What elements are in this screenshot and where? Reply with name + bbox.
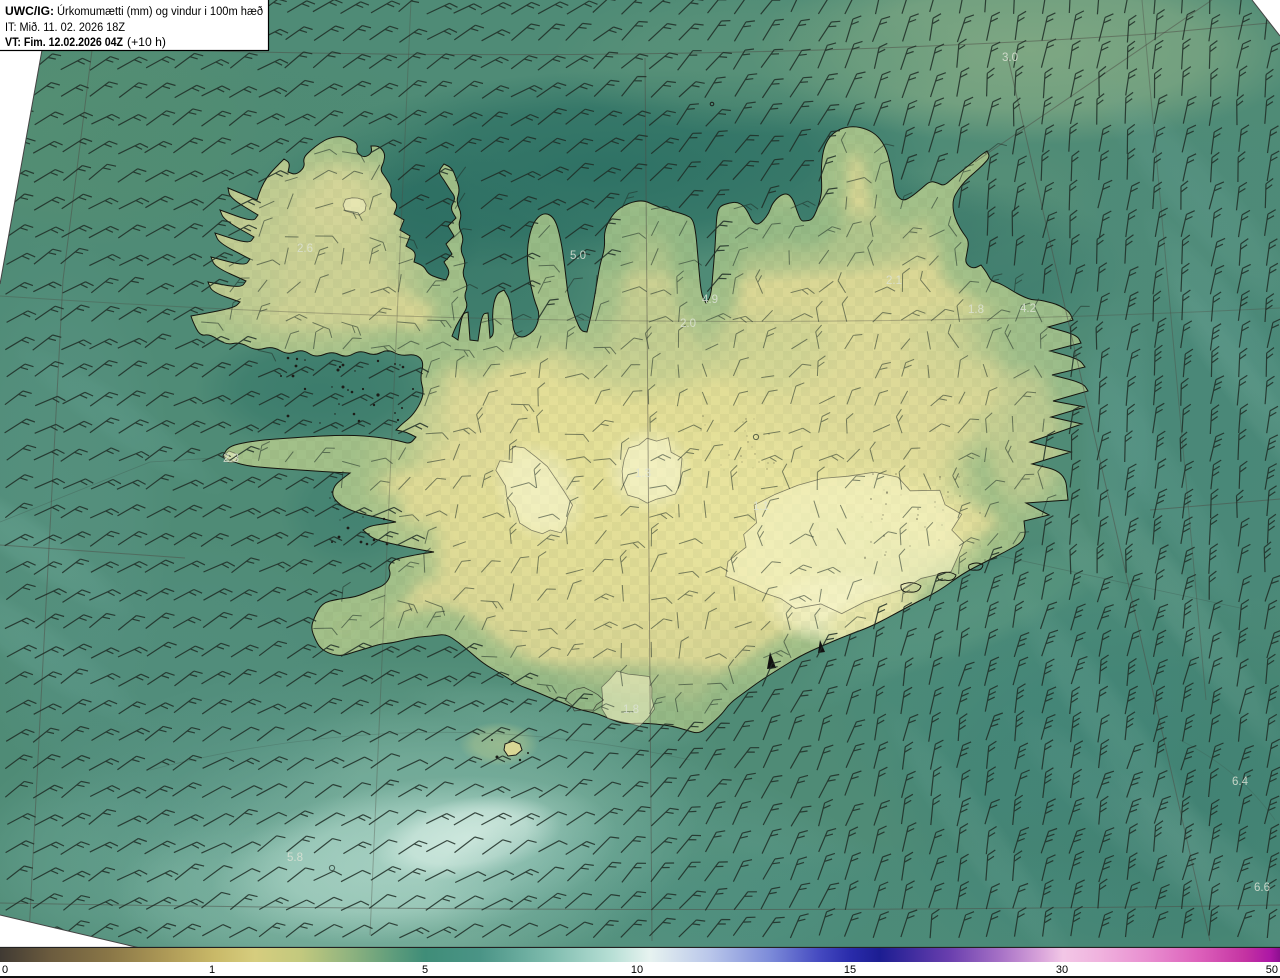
- svg-text:5.0: 5.0: [570, 250, 586, 262]
- svg-text:30: 30: [1056, 964, 1068, 976]
- svg-text:VT: Fim. 12.02.2026 04Z: VT: Fim. 12.02.2026 04Z: [5, 35, 123, 49]
- svg-text:1.3: 1.3: [635, 468, 651, 480]
- svg-text:Úrkomumætti (mm) og vindur i 1: Úrkomumætti (mm) og vindur i 100m hæð: [57, 3, 263, 18]
- svg-text:1: 1: [209, 964, 215, 976]
- svg-text:2.0: 2.0: [680, 318, 696, 330]
- svg-text:50: 50: [1266, 964, 1278, 976]
- svg-text:UWC/IG:: UWC/IG:: [5, 4, 54, 18]
- svg-text:5.8: 5.8: [287, 852, 303, 864]
- svg-text:10: 10: [631, 964, 643, 976]
- svg-text:0: 0: [2, 964, 8, 976]
- svg-text:5: 5: [422, 964, 428, 976]
- svg-text:1.1: 1.1: [753, 501, 769, 513]
- svg-text:(+10 h): (+10 h): [127, 35, 166, 49]
- svg-text:3.0: 3.0: [1002, 52, 1018, 64]
- svg-text:15: 15: [844, 964, 856, 976]
- svg-text:2.3: 2.3: [223, 453, 239, 465]
- svg-text:6.4: 6.4: [1232, 776, 1249, 788]
- svg-text:6.6: 6.6: [1254, 882, 1270, 894]
- svg-text:IT: Mið. 11. 02. 2026 18Z: IT: Mið. 11. 02. 2026 18Z: [5, 20, 125, 34]
- svg-text:2.1: 2.1: [886, 275, 902, 287]
- svg-text:4.9: 4.9: [702, 294, 718, 306]
- svg-text:1.8: 1.8: [623, 704, 639, 716]
- svg-text:4.2: 4.2: [1020, 303, 1036, 315]
- svg-text:2.6: 2.6: [297, 243, 313, 255]
- svg-text:1.8: 1.8: [968, 304, 984, 316]
